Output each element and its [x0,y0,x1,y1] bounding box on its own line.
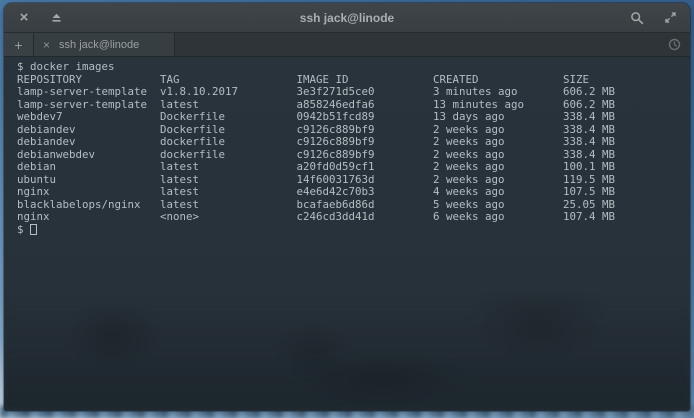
terminal-screen[interactable]: $ docker images REPOSITORY TAG IMAGE ID … [4,57,690,410]
keep-above-icon[interactable] [48,10,64,26]
desktop: { "window": { "title": "ssh jack@linode"… [0,0,694,418]
terminal-window: × ssh jack@linode [4,3,690,411]
tab-close-icon[interactable]: × [43,39,50,51]
prompt: $ [17,224,30,237]
titlebar[interactable]: × ssh jack@linode [4,3,690,33]
new-tab-button[interactable]: + [4,33,34,56]
tabbar-spacer [175,33,668,56]
terminal-output: $ docker images REPOSITORY TAG IMAGE ID … [17,61,677,224]
wallpaper-silhouette [4,295,690,410]
titlebar-right-controls [629,10,678,26]
prompt-line: $ [17,224,677,237]
history-icon[interactable] [668,38,681,51]
tab-label: ssh jack@linode [59,39,139,51]
tab-ssh-session[interactable]: × ssh jack@linode [34,33,175,56]
search-icon[interactable] [629,10,645,26]
window-title: ssh jack@linode [300,11,394,25]
close-icon[interactable]: × [16,10,32,26]
expand-icon[interactable] [662,10,678,26]
tabbar: + × ssh jack@linode [4,33,690,57]
titlebar-left-controls: × [16,10,64,26]
terminal-cursor [30,224,37,235]
